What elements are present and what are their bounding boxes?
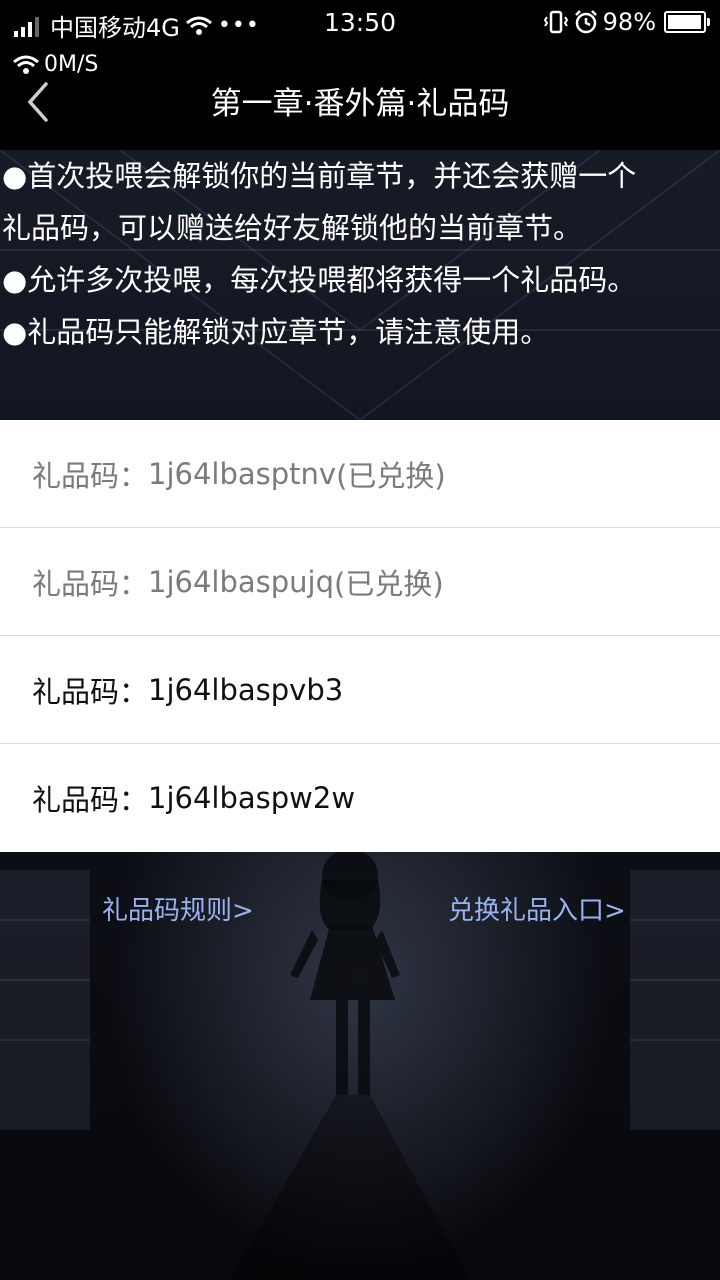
battery-fill (668, 15, 701, 29)
gift-code-value: 1j64lbaspujq (148, 564, 335, 599)
description-line: ●首次投喂会解锁你的当前章节，并还会获赠一个 (2, 159, 637, 193)
status-bar: 中国移动4G ••• 13:50 98% (0, 0, 720, 50)
description-line: ●允许多次投喂，每次投喂都将获得一个礼品码。 (2, 263, 637, 297)
gift-code-value: 1j64lbasptnv (148, 456, 337, 491)
gift-code-row[interactable]: 礼品码： 1j64lbasptnv (已兑换) (0, 420, 720, 528)
battery-percent: 98% (602, 8, 656, 36)
gift-code-status: (已兑换) (336, 458, 446, 493)
navigation-bar: 0M/S 第一章·番外篇·礼品码 (0, 50, 720, 150)
wifi-icon (13, 55, 39, 74)
gift-code-list: 礼品码： 1j64lbasptnv (已兑换) 礼品码： 1j64lbaspujq (已… (0, 420, 720, 852)
page-title: 第一章·番外篇·礼品码 (210, 86, 510, 122)
gift-code-status: (已兑换) (334, 566, 444, 601)
gift-code-description: ●首次投喂会解锁你的当前章节，并还会获赠一个 礼品码，可以赠送给好友解锁他的当前… (0, 150, 720, 420)
gift-code-row[interactable]: 礼品码： 1j64lbaspujq (已兑换) (0, 528, 720, 636)
network-speed: 0M/S (12, 52, 98, 77)
gift-code-row[interactable]: 礼品码： 1j64lbaspvb3 (0, 636, 720, 744)
vibrate-icon (543, 10, 568, 34)
alarm-icon (574, 10, 597, 34)
battery-icon (664, 11, 710, 33)
redeem-gift-link[interactable]: 兑换礼品入口> (448, 890, 626, 927)
description-line: ●礼品码只能解锁对应章节，请注意使用。 (2, 315, 550, 349)
gift-code-label: 礼品码： (32, 458, 149, 493)
gift-code-label: 礼品码： (32, 783, 149, 817)
gift-code-value: 1j64lbaspw2w (148, 781, 356, 815)
gift-code-rules-link[interactable]: 礼品码规则> (102, 890, 254, 927)
description-line: 礼品码，可以赠送给好友解锁他的当前章节。 (2, 211, 583, 245)
gift-code-label: 礼品码： (32, 674, 149, 709)
status-right: 98% (543, 8, 710, 36)
gift-code-value: 1j64lbaspvb3 (148, 672, 344, 707)
network-speed-text: 0M/S (44, 52, 99, 77)
gift-code-row[interactable]: 礼品码： 1j64lbaspw2w (0, 744, 720, 852)
gift-code-label: 礼品码： (32, 566, 149, 601)
